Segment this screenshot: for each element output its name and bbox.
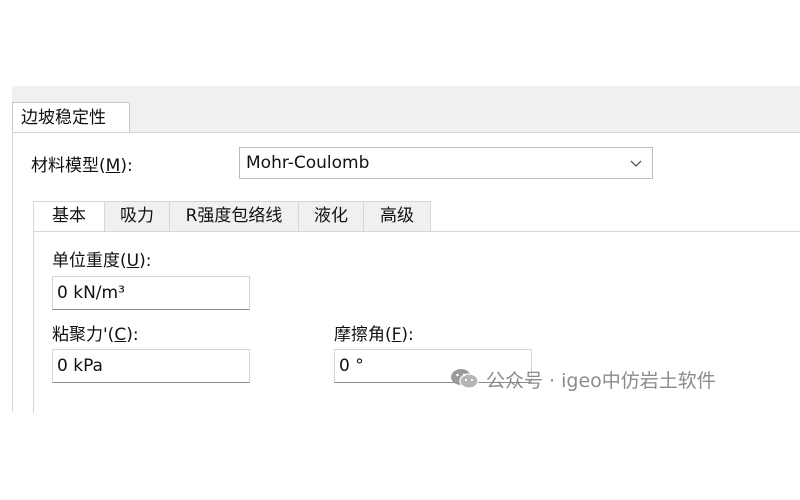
chevron-down-icon[interactable] [630, 157, 642, 169]
tab-liquefaction[interactable]: 液化 [298, 201, 364, 231]
unit-weight-label: 单位重度(U): [52, 250, 151, 272]
friction-angle-label-suffix: ): [401, 325, 414, 345]
tab-r-strength-envelope[interactable]: R强度包络线 [169, 201, 299, 231]
tab-basic[interactable]: 基本 [33, 201, 105, 232]
friction-angle-label-prefix: 摩擦角( [334, 325, 392, 345]
tab-advanced[interactable]: 高级 [363, 201, 431, 231]
tab-suction[interactable]: 吸力 [104, 201, 170, 231]
material-model-select[interactable]: Mohr-Coulomb [239, 147, 653, 179]
properties-dialog: 边坡稳定性 材料模型(M): Mohr-Coulomb 基本 吸力 R强度包络线… [12, 86, 800, 413]
material-model-label-key: M [105, 156, 121, 176]
material-model-label-prefix: 材料模型( [31, 156, 106, 176]
unit-weight-label-prefix: 单位重度( [52, 251, 127, 271]
material-model-label: 材料模型(M): [31, 155, 133, 177]
cohesion-label: 粘聚力'(C): [52, 324, 139, 346]
cohesion-input[interactable]: 0 kPa [52, 349, 250, 383]
cohesion-label-prefix: 粘聚力'( [52, 325, 115, 345]
watermark: 公众号 · igeo中仿岩土软件 [450, 366, 716, 392]
wechat-icon [451, 369, 479, 389]
cohesion-label-suffix: ): [126, 325, 139, 345]
friction-angle-label-key: F [391, 325, 402, 345]
unit-weight-label-key: U [126, 251, 140, 271]
unit-weight-label-suffix: ): [139, 251, 152, 271]
friction-angle-label: 摩擦角(F): [334, 324, 414, 346]
material-model-value: Mohr-Coulomb [246, 153, 370, 173]
unit-weight-input[interactable]: 0 kN/m³ [52, 276, 250, 310]
tab-slope-stability[interactable]: 边坡稳定性 [12, 102, 130, 132]
watermark-text: 公众号 · igeo中仿岩土软件 [486, 369, 716, 392]
material-model-label-suffix: ): [120, 156, 133, 176]
cohesion-label-key: C [114, 325, 127, 345]
